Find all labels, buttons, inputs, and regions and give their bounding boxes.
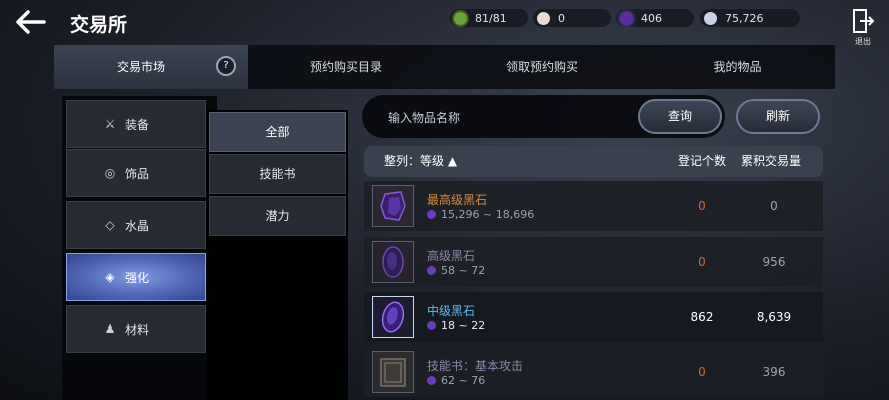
main-tabs: 交易市场 ? 预约购买目录 领取预约购买 我的物品 — [54, 45, 835, 89]
tab-reservation-list[interactable]: 预约购买目录 — [248, 45, 444, 89]
trade-volume: 956 — [762, 255, 786, 269]
price-range-text: 58 ~ 72 — [441, 264, 486, 277]
black-stone-icon — [372, 185, 414, 227]
black-stone-icon — [427, 266, 436, 275]
category-enhance[interactable]: ◈ 强化 — [66, 253, 206, 301]
resource-pearl-value: 0 — [558, 11, 565, 25]
help-icon[interactable]: ? — [216, 56, 236, 76]
potion-icon: ♟ — [104, 322, 116, 336]
trade-volume: 0 — [770, 199, 778, 213]
skill-book-icon — [372, 351, 414, 393]
resource-pearl: 0 — [533, 9, 611, 27]
pearl-icon — [537, 11, 550, 25]
category-label: 装备 — [125, 117, 150, 132]
tab-my-items-label: 我的物品 — [713, 60, 762, 74]
subcategory-skill-book[interactable]: 技能书 — [209, 154, 346, 194]
black-stone-icon — [427, 376, 436, 385]
silver-icon — [704, 11, 717, 25]
registered-count: 0 — [698, 199, 706, 213]
table-row[interactable]: 高级黑石 58 ~ 72 0 956 — [364, 237, 823, 287]
price-range-text: 18 ~ 22 — [441, 319, 486, 332]
back-arrow-icon — [16, 10, 46, 34]
refresh-button[interactable]: 刷新 — [736, 99, 820, 134]
resource-black-stone-value: 406 — [641, 11, 662, 25]
category-panel: ⚔ 装备 ◎ 饰品 ◇ 水晶 ◈ 强化 ♟ 材料 — [62, 96, 217, 400]
tab-claim-reservation-label: 领取预约购买 — [505, 60, 578, 74]
column-registered: 登记个数 — [678, 154, 727, 168]
registered-count: 0 — [698, 255, 706, 269]
ring-icon: ◎ — [104, 166, 116, 180]
subcategory-potential[interactable]: 潜力 — [209, 196, 346, 236]
black-stone-icon — [372, 241, 414, 283]
search-bar: 查询 — [362, 95, 725, 140]
tab-market[interactable]: 交易市场 ? — [54, 45, 248, 89]
registered-count: 0 — [698, 365, 706, 379]
query-button[interactable]: 查询 — [638, 99, 722, 134]
registered-count: 862 — [690, 310, 714, 324]
resource-silver: 75,726 — [700, 9, 800, 27]
item-name: 技能书：基本攻击 — [427, 359, 524, 373]
exit-door-icon — [853, 9, 875, 33]
subcategory-panel: 全部 技能书 潜力 — [207, 110, 348, 400]
item-price-range: 18 ~ 22 — [427, 319, 485, 332]
tab-my-items[interactable]: 我的物品 — [640, 45, 835, 89]
page-title: 交易所 — [70, 14, 128, 36]
black-stone-icon — [427, 321, 436, 330]
black-stone-icon — [372, 296, 414, 338]
resource-energy-value: 81/81 — [475, 11, 507, 25]
item-price-range: 62 ~ 76 — [427, 374, 485, 387]
item-name: 最高级黑石 — [427, 193, 488, 207]
item-name: 高级黑石 — [427, 249, 476, 263]
search-input[interactable] — [386, 95, 630, 140]
category-label: 饰品 — [125, 166, 150, 181]
category-material[interactable]: ♟ 材料 — [66, 305, 206, 353]
table-header: 整列：等级 ▲ 登记个数 累积交易量 — [364, 146, 823, 177]
item-list: 最高级黑石 15,296 ~ 18,696 0 0 高级黑石 58 ~ 72 0… — [364, 181, 823, 400]
category-accessory[interactable]: ◎ 饰品 — [66, 149, 206, 197]
table-row[interactable]: 最高级黑石 15,296 ~ 18,696 0 0 — [364, 181, 823, 231]
table-row[interactable]: 中级黑石 18 ~ 22 862 8,639 — [364, 292, 823, 342]
trade-volume: 396 — [762, 365, 786, 379]
resource-silver-value: 75,726 — [725, 11, 764, 25]
enhance-icon: ◈ — [105, 270, 115, 284]
black-stone-icon — [620, 11, 633, 25]
table-row[interactable]: 技能书：基本攻击 62 ~ 76 0 396 — [364, 347, 823, 397]
price-range-text: 62 ~ 76 — [441, 374, 486, 387]
category-label: 材料 — [125, 322, 150, 337]
item-price-range: 58 ~ 72 — [427, 264, 485, 277]
category-label: 水晶 — [125, 218, 150, 233]
exit-button[interactable]: 退出 — [848, 8, 878, 46]
exit-label: 退出 — [855, 37, 871, 46]
resource-black-stone: 406 — [616, 9, 694, 27]
sort-level-button[interactable]: 整列：等级 ▲ — [384, 146, 457, 176]
resource-energy: 81/81 — [450, 9, 528, 27]
column-volume: 累积交易量 — [741, 154, 802, 168]
energy-icon — [454, 11, 467, 25]
crossed-swords-icon: ⚔ — [104, 117, 116, 131]
subcategory-all[interactable]: 全部 — [209, 112, 346, 152]
price-range-text: 15,296 ~ 18,696 — [441, 208, 535, 221]
category-label: 强化 — [125, 270, 150, 285]
category-crystal[interactable]: ◇ 水晶 — [66, 201, 206, 249]
item-name: 中级黑石 — [427, 304, 476, 318]
black-stone-icon — [427, 210, 436, 219]
trade-volume: 8,639 — [756, 310, 792, 324]
item-price-range: 15,296 ~ 18,696 — [427, 208, 534, 221]
tab-market-label: 交易市场 — [116, 60, 165, 74]
diamond-icon: ◇ — [105, 218, 115, 232]
tab-reservation-list-label: 预约购买目录 — [309, 60, 382, 74]
tab-claim-reservation[interactable]: 领取预约购买 — [444, 45, 640, 89]
category-equipment[interactable]: ⚔ 装备 — [66, 100, 206, 148]
back-button[interactable] — [14, 8, 48, 36]
